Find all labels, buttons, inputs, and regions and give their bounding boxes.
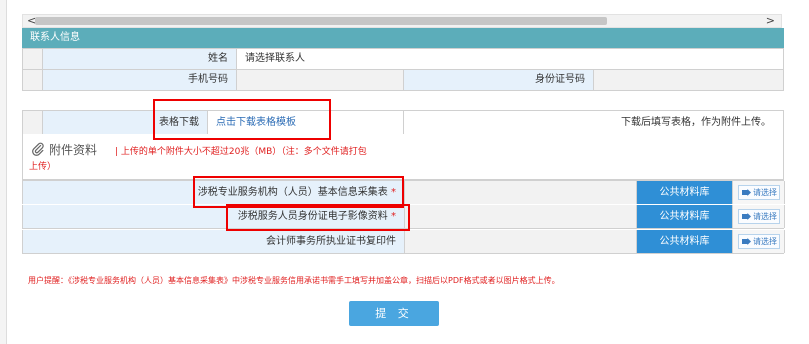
phone-label: 手机号码 xyxy=(43,70,237,91)
attachment-file-area xyxy=(405,205,637,228)
attachment-label: 涉税专业服务机构（人员）基本信息采集表 xyxy=(197,187,388,198)
paperclip-icon xyxy=(32,142,44,156)
public-library-button[interactable]: 公共材料库 xyxy=(637,181,733,204)
scrollbar-thumb[interactable] xyxy=(35,17,607,25)
select-file-button[interactable]: 请选择 xyxy=(738,234,780,249)
contact-section-header: 联系人信息 xyxy=(22,28,784,48)
template-grid: 表格下载 点击下载表格模板 下载后填写表格，作为附件上传。 xyxy=(22,110,784,135)
required-mark: * xyxy=(391,211,396,222)
scroll-right-arrow-icon[interactable]: > xyxy=(766,14,775,28)
select-arrow-icon xyxy=(742,213,751,220)
contact-grid: 姓名 请选择联系人 手机号码 身份证号码 xyxy=(22,48,784,91)
select-arrow-icon xyxy=(742,238,751,245)
select-arrow-icon xyxy=(742,189,751,196)
attachments-header: 附件资料 | 上传的单个附件大小不超过20兆（MB）（注：多个文件请打包 上传） xyxy=(22,134,784,180)
attachments-title: 附件资料 xyxy=(49,143,98,157)
required-mark: * xyxy=(391,187,396,198)
id-number-field[interactable] xyxy=(594,70,784,91)
template-note: 下载后填写表格，作为附件上传。 xyxy=(404,111,784,135)
attachment-file-area xyxy=(405,230,637,253)
attachment-label: 会计师事务所执业证书复印件 xyxy=(266,236,396,247)
contact-name-select[interactable]: 请选择联系人 xyxy=(237,49,784,70)
user-reminder: 用户提醒：《涉税专业服务机构（人员）基本信息采集表》中涉税专业服务信用承诺书需手… xyxy=(28,276,560,285)
id-number-label: 身份证号码 xyxy=(404,70,594,91)
select-file-button[interactable]: 请选择 xyxy=(738,209,780,224)
attachment-label: 涉税服务人员身份证电子影像资料 xyxy=(237,211,388,222)
horizontal-scrollbar[interactable]: < > xyxy=(22,14,782,28)
attachment-row: 会计师事务所执业证书复印件 公共材料库 请选择 xyxy=(22,230,785,254)
attachment-size-note: | 上传的单个附件大小不超过20兆（MB）（注：多个文件请打包 xyxy=(115,147,367,157)
attachment-file-area xyxy=(405,181,637,204)
attachment-size-note-cont: 上传） xyxy=(29,162,57,172)
public-library-button[interactable]: 公共材料库 xyxy=(637,230,733,253)
public-library-button[interactable]: 公共材料库 xyxy=(637,205,733,228)
attachment-row: 涉税服务人员身份证电子影像资料 * 公共材料库 请选择 xyxy=(22,205,785,229)
phone-field[interactable] xyxy=(237,70,404,91)
attachment-row: 涉税专业服务机构（人员）基本信息采集表 * 公共材料库 请选择 xyxy=(22,180,785,204)
submit-button[interactable]: 提 交 xyxy=(349,301,439,326)
name-label: 姓名 xyxy=(43,49,237,70)
select-file-button[interactable]: 请选择 xyxy=(738,185,780,200)
template-download-label: 表格下载 xyxy=(43,111,208,135)
download-template-link[interactable]: 点击下载表格模板 xyxy=(216,117,296,128)
